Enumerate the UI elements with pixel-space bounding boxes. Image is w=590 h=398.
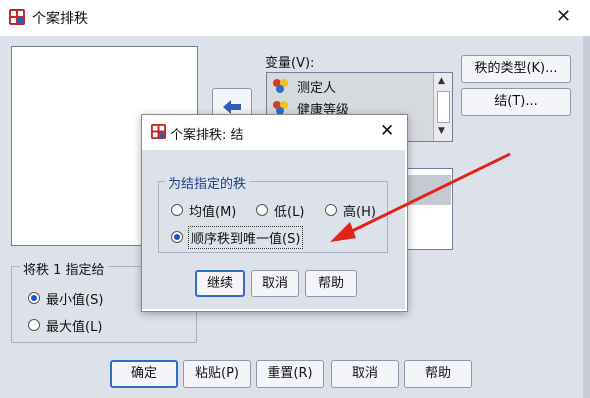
variable-icon [271, 99, 291, 115]
smallest-value-radio[interactable] [28, 292, 40, 304]
rank-types-button[interactable]: 秩的类型(K)... [461, 55, 571, 83]
assign-rank-legend: 将秩 1 指定给 [20, 259, 108, 278]
scroll-up-icon[interactable]: ▲ [438, 76, 445, 86]
close-icon[interactable]: ✕ [380, 121, 394, 141]
largest-value-radio[interactable] [28, 319, 40, 331]
close-icon[interactable]: ✕ [556, 6, 571, 27]
dialog-help-button[interactable]: 帮助 [305, 270, 357, 297]
sequential-ranks-radio[interactable] [171, 231, 183, 243]
annotation-arrow [330, 152, 511, 242]
title-bar [0, 0, 590, 36]
reset-button[interactable]: 重置(R) [256, 360, 324, 388]
mean-label: 均值(M) [189, 205, 237, 220]
window-title: 个案排秩 [32, 11, 88, 27]
low-radio[interactable] [256, 204, 268, 216]
spss-app-icon [9, 9, 25, 25]
smallest-value-label: 最小值(S) [46, 293, 104, 308]
continue-button[interactable]: 继续 [195, 270, 245, 297]
low-label: 低(L) [274, 205, 305, 220]
spss-app-icon [150, 123, 167, 140]
paste-button[interactable]: 粘贴(P) [183, 360, 251, 388]
variables-scrollbar[interactable]: ▲ ▼ [433, 73, 452, 141]
dialog-cancel-button[interactable]: 取消 [251, 270, 299, 297]
sequential-ranks-label: 顺序秩到唯一值(S) [188, 226, 304, 249]
ties-button[interactable]: 结(T)... [461, 88, 571, 116]
scroll-thumb[interactable] [437, 91, 450, 123]
variables-label: 变量(V): [265, 56, 315, 71]
variable-icon [271, 77, 291, 93]
ties-group-legend: 为结指定的秩 [165, 173, 250, 192]
scroll-down-icon[interactable]: ▼ [438, 126, 445, 136]
window-edge [583, 36, 590, 398]
cancel-button[interactable]: 取消 [331, 360, 399, 388]
ties-dialog-title: 个案排秩: 结 [170, 128, 244, 143]
mean-radio[interactable] [171, 204, 183, 216]
help-button[interactable]: 帮助 [404, 360, 472, 388]
variable-item[interactable]: 测定人 [297, 77, 336, 96]
largest-value-label: 最大值(L) [46, 320, 103, 335]
ok-button[interactable]: 确定 [110, 360, 178, 388]
